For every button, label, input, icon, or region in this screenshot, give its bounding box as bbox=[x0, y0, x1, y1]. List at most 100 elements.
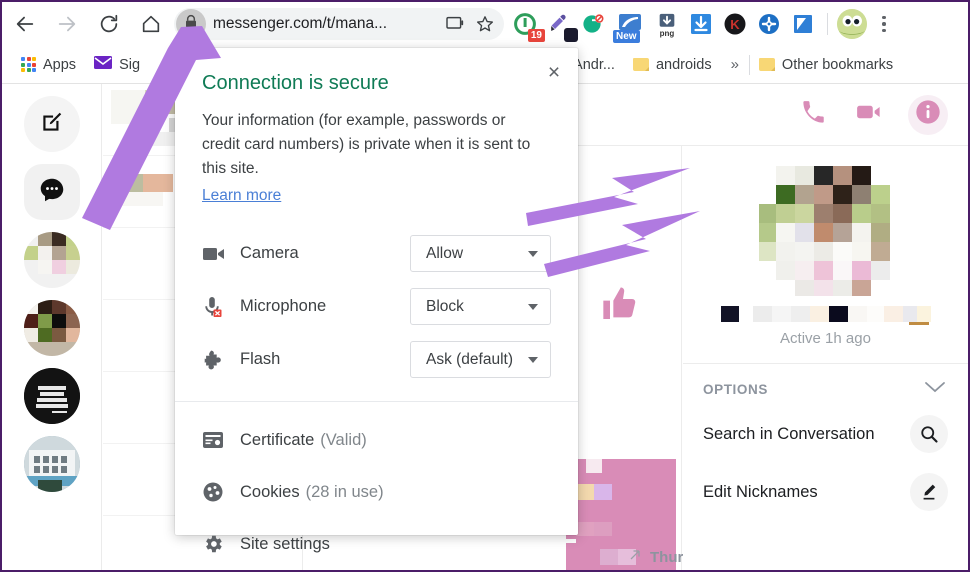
permission-label: Camera bbox=[240, 244, 299, 263]
search-in-conversation-row[interactable]: Search in Conversation bbox=[683, 405, 968, 463]
extension-toolbar: 19 New png K bbox=[510, 6, 897, 43]
info-circle-icon bbox=[914, 98, 942, 131]
phone-icon bbox=[800, 99, 827, 131]
bookmarks-overflow-button[interactable]: » bbox=[721, 56, 749, 73]
site-settings-label: Site settings bbox=[240, 534, 330, 553]
permission-label: Flash bbox=[240, 350, 281, 369]
back-button[interactable] bbox=[6, 5, 44, 43]
chevron-down-icon bbox=[528, 250, 538, 257]
profile-avatar[interactable] bbox=[837, 9, 867, 39]
rail-avatar-3[interactable] bbox=[23, 368, 80, 424]
active-status: Active 1h ago bbox=[780, 330, 871, 347]
search-in-conversation-label: Search in Conversation bbox=[703, 424, 875, 443]
permissions-list: Camera Allow Microphone Block Flash Ask … bbox=[175, 205, 578, 386]
chevron-down-icon bbox=[528, 303, 538, 310]
star-bookmark-icon[interactable] bbox=[470, 14, 500, 34]
search-icon[interactable] bbox=[910, 415, 948, 453]
addon-extension-button[interactable] bbox=[754, 9, 784, 39]
certificate-icon bbox=[202, 430, 232, 450]
certificate-status: (Valid) bbox=[320, 430, 367, 449]
bookmark-label: Andr... bbox=[573, 56, 615, 73]
other-bookmarks-label: Other bookmarks bbox=[781, 56, 894, 73]
building-avatar-graphic bbox=[23, 436, 80, 492]
rail-avatar-4[interactable] bbox=[23, 436, 80, 492]
flash-select[interactable]: Ask (default) bbox=[410, 341, 551, 379]
rail-avatar-1[interactable] bbox=[23, 232, 80, 288]
microphone-select[interactable]: Block bbox=[410, 288, 551, 326]
close-icon[interactable]: × bbox=[540, 58, 568, 86]
color-picker-extension-button[interactable] bbox=[544, 9, 578, 42]
bookmark-item-sig[interactable]: Sig bbox=[85, 50, 149, 80]
apps-shortcut[interactable]: Apps bbox=[12, 50, 85, 80]
chrome-menu-button[interactable] bbox=[871, 9, 897, 39]
permission-row-camera: Camera Allow bbox=[175, 227, 578, 280]
lock-icon bbox=[183, 14, 199, 35]
bookmark-label: androids bbox=[655, 56, 712, 73]
kaspersky-extension-button[interactable]: K bbox=[720, 9, 750, 39]
permission-row-flash: Flash Ask (default) bbox=[175, 333, 578, 386]
quote-avatar-graphic bbox=[23, 368, 80, 424]
avatar bbox=[758, 162, 893, 296]
microphone-select-value: Block bbox=[426, 297, 464, 315]
compose-button[interactable] bbox=[23, 96, 80, 152]
sent-arrow-icon bbox=[628, 548, 642, 566]
camera-select-value: Allow bbox=[426, 244, 464, 262]
chat-bubble-icon bbox=[37, 175, 67, 210]
pencil-icon[interactable] bbox=[910, 473, 948, 511]
permission-label: Microphone bbox=[240, 297, 327, 316]
cast-icon[interactable] bbox=[440, 16, 470, 32]
bookmark-item-androids[interactable]: androids bbox=[624, 50, 721, 80]
thumbs-up-icon bbox=[600, 282, 640, 331]
microphone-blocked-icon bbox=[202, 296, 232, 318]
url-text[interactable]: messenger.com/t/mana... bbox=[213, 15, 440, 33]
address-bar[interactable]: messenger.com/t/mana... bbox=[174, 8, 504, 40]
certificate-row[interactable]: Certificate (Valid) bbox=[175, 414, 578, 466]
png-download-extension-button[interactable]: png bbox=[652, 9, 682, 39]
conversation-details-panel: Active 1h ago OPTIONS Search in Conversa… bbox=[683, 146, 968, 570]
reload-button[interactable] bbox=[90, 5, 128, 43]
forward-button[interactable] bbox=[48, 5, 86, 43]
chrome-toolbar: messenger.com/t/mana... 19 New png K bbox=[2, 2, 968, 46]
conversation-info-button[interactable] bbox=[908, 94, 948, 135]
apps-grid-icon bbox=[21, 57, 36, 72]
adblock-extension-button[interactable]: 19 bbox=[510, 9, 545, 42]
browser-window: gy ar ch Thursday 17:56 bbox=[0, 0, 970, 572]
options-section-header[interactable]: OPTIONS bbox=[683, 364, 968, 405]
gear-icon bbox=[202, 533, 232, 555]
screenshot-new-badge: New bbox=[613, 30, 640, 43]
learn-more-link[interactable]: Learn more bbox=[175, 181, 281, 205]
cookies-count: (28 in use) bbox=[305, 482, 384, 501]
color-picker-swatch bbox=[564, 28, 578, 42]
window-resizer-extension-button[interactable] bbox=[788, 9, 818, 39]
certificate-label: Certificate bbox=[240, 430, 315, 449]
svg-text:K: K bbox=[730, 17, 740, 32]
video-call-button[interactable] bbox=[852, 98, 886, 132]
cookies-row[interactable]: Cookies (28 in use) bbox=[175, 466, 578, 518]
rail-avatar-2[interactable] bbox=[23, 300, 80, 356]
video-camera-icon bbox=[854, 97, 884, 132]
cookie-icon bbox=[202, 481, 232, 503]
contact-name bbox=[720, 306, 931, 325]
chats-button[interactable] bbox=[23, 164, 80, 220]
site-information-popup: × Connection is secure Your information … bbox=[175, 48, 578, 553]
adblock-badge: 19 bbox=[527, 29, 545, 42]
camera-select[interactable]: Allow bbox=[410, 235, 551, 273]
png-label: png bbox=[659, 29, 675, 38]
downloader-extension-button[interactable] bbox=[686, 9, 716, 39]
cookies-label: Cookies bbox=[240, 482, 300, 501]
screenshot-extension-button[interactable]: New bbox=[612, 9, 648, 43]
popup-title: Connection is secure bbox=[202, 72, 389, 94]
toolbar-divider bbox=[827, 13, 828, 35]
camera-icon bbox=[202, 244, 232, 264]
site-info-button[interactable] bbox=[176, 9, 206, 39]
site-settings-row[interactable]: Site settings bbox=[175, 518, 578, 570]
voice-call-button[interactable] bbox=[796, 98, 830, 132]
edit-nicknames-row[interactable]: Edit Nicknames bbox=[683, 463, 968, 521]
folder-icon bbox=[758, 58, 775, 71]
grammarly-extension-button[interactable] bbox=[578, 9, 608, 39]
popup-actions-list: Certificate (Valid) Cookies (28 in use) bbox=[175, 402, 578, 570]
other-bookmarks-button[interactable]: Other bookmarks bbox=[750, 50, 902, 80]
home-button[interactable] bbox=[132, 5, 170, 43]
chevron-down-icon[interactable] bbox=[924, 380, 946, 399]
folder-icon bbox=[632, 58, 649, 71]
